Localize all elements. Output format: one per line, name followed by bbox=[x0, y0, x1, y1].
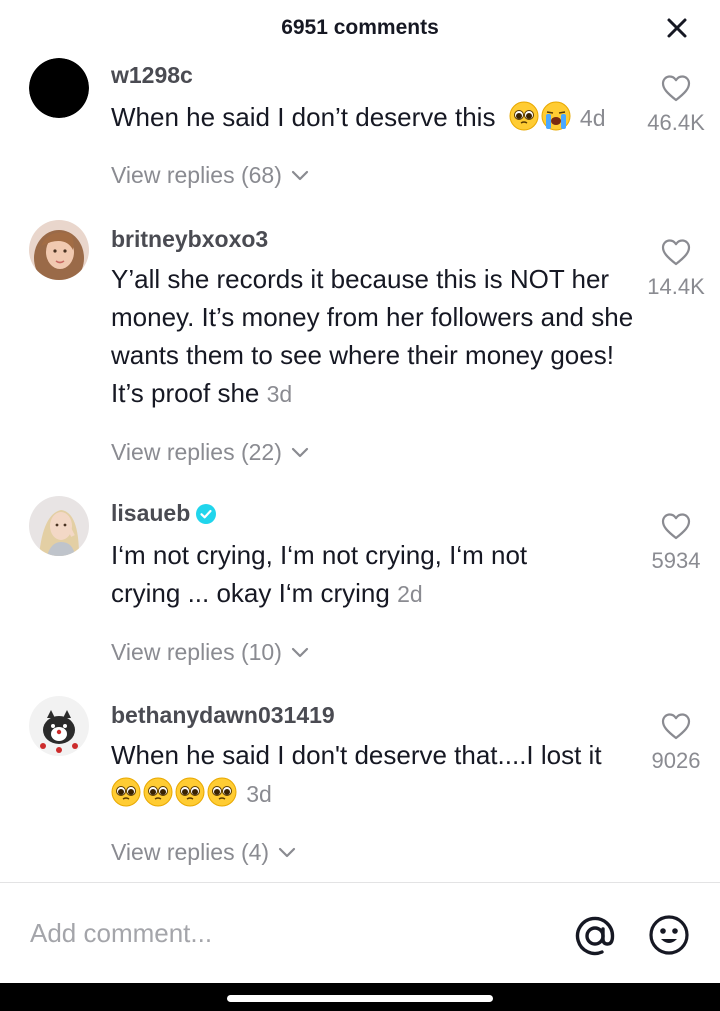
pleading-face-emoji bbox=[175, 777, 205, 807]
like-count: 9026 bbox=[651, 748, 701, 773]
heart-icon bbox=[661, 75, 691, 102]
view-replies-button[interactable]: View replies (4) bbox=[111, 839, 297, 866]
comment-text: I‘m not crying, I‘m not crying, I‘m not … bbox=[111, 536, 581, 613]
at-sign-icon bbox=[575, 916, 615, 956]
heart-icon bbox=[661, 513, 691, 540]
heart-icon bbox=[661, 713, 691, 740]
avatar[interactable] bbox=[29, 496, 89, 556]
like-count: 14.4K bbox=[647, 274, 705, 299]
comment-time: 4d bbox=[579, 105, 606, 131]
like-button[interactable]: 46.4K bbox=[641, 74, 711, 136]
comment-username[interactable]: lisaueb bbox=[111, 500, 217, 527]
comments-header: 6951 comments bbox=[0, 0, 720, 56]
avatar[interactable] bbox=[29, 220, 89, 280]
comment-text: When he said I don't deserve that....I l… bbox=[111, 736, 636, 813]
chevron-down-icon bbox=[291, 447, 308, 457]
comments-count-title: 6951 comments bbox=[281, 16, 439, 39]
comment-body: When he said I don't deserve that....I l… bbox=[111, 740, 602, 770]
close-button[interactable] bbox=[660, 11, 694, 45]
comment-username[interactable]: britneybxoxo3 bbox=[111, 226, 268, 253]
chevron-down-icon bbox=[278, 847, 296, 857]
mention-button[interactable] bbox=[574, 915, 616, 957]
comment-body: When he said I don’t deserve this bbox=[111, 102, 496, 132]
like-button[interactable]: 9026 bbox=[641, 712, 711, 774]
close-icon bbox=[667, 18, 687, 38]
system-home-bar bbox=[0, 983, 720, 1011]
loudly-crying-face-emoji bbox=[541, 101, 571, 131]
avatar[interactable] bbox=[29, 58, 89, 118]
comment-text: When he said I don’t deserve this 4d bbox=[111, 98, 631, 137]
home-indicator[interactable] bbox=[227, 995, 493, 1002]
comment-input-bar bbox=[0, 883, 720, 983]
comment-time: 3d bbox=[266, 381, 293, 407]
like-count: 5934 bbox=[651, 548, 701, 573]
view-replies-button[interactable]: View replies (68) bbox=[111, 162, 310, 189]
like-button[interactable]: 14.4K bbox=[641, 238, 711, 300]
chevron-down-icon bbox=[291, 647, 308, 657]
comment-username[interactable]: w1298c bbox=[111, 62, 193, 89]
view-replies-button[interactable]: View replies (10) bbox=[111, 639, 310, 666]
pleading-face-emoji bbox=[509, 101, 539, 131]
comment-list[interactable]: w1298c When he said I don’t deserve this… bbox=[0, 56, 720, 882]
avatar[interactable] bbox=[29, 696, 89, 756]
comment-body: I‘m not crying, I‘m not crying, I‘m not … bbox=[111, 540, 528, 608]
like-button[interactable]: 5934 bbox=[641, 512, 711, 574]
comment-text: Y’all she records it because this is NOT… bbox=[111, 260, 636, 413]
pleading-face-emoji bbox=[143, 777, 173, 807]
add-comment-input[interactable] bbox=[30, 913, 550, 953]
comment-username[interactable]: bethanydawn031419 bbox=[111, 702, 335, 729]
like-count: 46.4K bbox=[647, 110, 705, 135]
chevron-down-icon bbox=[291, 170, 308, 180]
comment-body: Y’all she records it because this is NOT… bbox=[111, 264, 634, 408]
emoji-button[interactable] bbox=[648, 914, 690, 956]
comment-time: 2d bbox=[397, 581, 423, 607]
pleading-face-emoji bbox=[111, 777, 141, 807]
heart-icon bbox=[661, 239, 691, 266]
view-replies-button[interactable]: View replies (22) bbox=[111, 439, 310, 466]
pleading-face-emoji bbox=[207, 777, 237, 807]
comment-time: 3d bbox=[246, 781, 272, 807]
verified-badge-icon bbox=[196, 503, 217, 524]
smiley-face-icon bbox=[649, 915, 689, 955]
